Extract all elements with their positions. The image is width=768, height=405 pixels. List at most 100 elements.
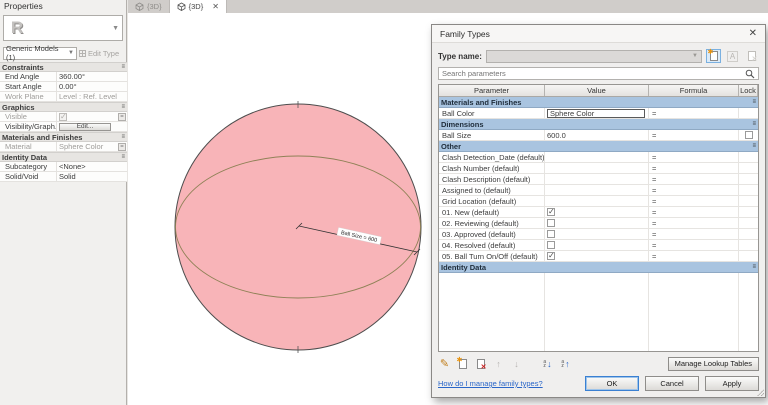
- column-header-parameter[interactable]: Parameter: [439, 85, 545, 96]
- lock-checkbox[interactable]: [744, 131, 753, 139]
- delete-parameter-button[interactable]: ✕: [474, 357, 487, 371]
- dialog-close-button[interactable]: ✕: [749, 28, 757, 39]
- property-name: Visible: [0, 112, 57, 121]
- associate-parameter-button[interactable]: =: [118, 112, 126, 121]
- parameter-value-cell[interactable]: Sphere Color: [545, 108, 649, 118]
- properties-section-label: Graphics: [2, 103, 35, 112]
- parameter-value-cell[interactable]: [545, 207, 649, 217]
- tab-close-icon[interactable]: ✕: [212, 2, 219, 11]
- parameter-name-cell: 02. Reviewing (default): [439, 218, 545, 228]
- manage-lookup-tables-button[interactable]: Manage Lookup Tables: [667, 356, 759, 371]
- properties-section-header[interactable]: Identity Data ≡: [0, 152, 127, 162]
- family-types-section-header[interactable]: Other ≡: [439, 141, 758, 152]
- parameter-name-cell: Grid Location (default): [439, 196, 545, 206]
- dialog-titlebar[interactable]: Family Types ✕: [432, 25, 765, 43]
- parameter-value-cell[interactable]: [545, 163, 649, 173]
- formula-cell[interactable]: =: [649, 218, 739, 228]
- new-parameter-button[interactable]: ✱: [456, 357, 469, 370]
- formula-cell[interactable]: =: [649, 108, 739, 118]
- family-parameters-table: Parameter Value Formula Lock Materials a…: [438, 84, 759, 352]
- value-text-field[interactable]: Sphere Color: [547, 108, 645, 118]
- parameter-value-cell[interactable]: [545, 174, 649, 184]
- property-value[interactable]: Level : Ref. Level: [57, 92, 127, 101]
- edit-type-button[interactable]: Edit Type: [79, 49, 119, 58]
- sort-descending-icon: a z ↑: [561, 358, 570, 369]
- section-pin-icon: ≡: [121, 104, 125, 110]
- formula-cell[interactable]: =: [649, 152, 739, 162]
- parameter-value-cell[interactable]: [545, 240, 649, 250]
- visible-checkbox[interactable]: [59, 112, 67, 121]
- resize-grip[interactable]: [757, 389, 764, 396]
- cube-3d-icon: [135, 2, 144, 11]
- sort-ascending-button[interactable]: a z ↓: [541, 357, 554, 370]
- cancel-button[interactable]: Cancel: [645, 376, 699, 391]
- view-tab-label: {3D}: [147, 2, 162, 11]
- property-value-text: Sphere Color: [59, 142, 104, 151]
- family-type-preview-dropdown[interactable]: R ▼: [3, 15, 123, 41]
- parameter-value-cell[interactable]: [545, 218, 649, 228]
- family-types-section-header[interactable]: Materials and Finishes ≡: [439, 97, 758, 108]
- column-header-formula[interactable]: Formula: [649, 85, 739, 96]
- formula-cell[interactable]: =: [649, 163, 739, 173]
- edit-visibility-button[interactable]: Edit...: [59, 122, 111, 131]
- family-types-section-header[interactable]: Dimensions ≡: [439, 119, 758, 130]
- parameter-value-cell[interactable]: [545, 152, 649, 162]
- formula-cell[interactable]: =: [649, 240, 739, 250]
- properties-section-label: Identity Data: [2, 153, 48, 162]
- help-link[interactable]: How do I manage family types?: [438, 379, 543, 388]
- family-types-section-header[interactable]: Identity Data ≡: [439, 262, 758, 273]
- formula-cell[interactable]: =: [649, 229, 739, 239]
- lock-cell: [739, 163, 758, 173]
- delete-type-button[interactable]: ✕: [744, 49, 759, 63]
- parameter-value-cell[interactable]: 600.0: [545, 130, 649, 140]
- category-selector[interactable]: Generic Models (1) ▼: [3, 44, 77, 62]
- value-checkbox[interactable]: [547, 207, 555, 216]
- sort-descending-button[interactable]: a z ↑: [559, 357, 572, 370]
- parameter-value-cell[interactable]: [545, 251, 649, 261]
- search-parameters-input[interactable]: [439, 69, 745, 78]
- view-tab-3d-inactive[interactable]: {3D}: [128, 0, 170, 13]
- view-tab-3d-active[interactable]: {3D} ✕: [169, 0, 227, 13]
- property-value[interactable]: Edit...: [57, 122, 127, 131]
- chevron-down-icon: ▼: [112, 24, 119, 32]
- parameter-name-cell: Ball Size: [439, 130, 545, 140]
- properties-section-header[interactable]: Graphics ≡: [0, 102, 127, 112]
- parameter-value-cell[interactable]: [545, 185, 649, 195]
- move-down-button[interactable]: ↓: [510, 357, 523, 370]
- formula-cell[interactable]: =: [649, 207, 739, 217]
- rename-type-button[interactable]: A: [725, 49, 740, 63]
- value-checkbox[interactable]: [547, 219, 555, 227]
- property-value[interactable]: 360.00°: [57, 72, 127, 81]
- formula-cell[interactable]: =: [649, 130, 739, 140]
- properties-section-header[interactable]: Constraints ≡: [0, 62, 127, 72]
- property-value[interactable]: Solid: [57, 172, 127, 181]
- parameter-value-cell[interactable]: [545, 196, 649, 206]
- associate-parameter-button[interactable]: =: [118, 142, 126, 151]
- move-up-button[interactable]: ↑: [492, 357, 505, 370]
- apply-button[interactable]: Apply: [705, 376, 759, 391]
- new-type-button[interactable]: ✱: [706, 49, 721, 63]
- property-value-text: <None>: [59, 162, 86, 171]
- property-value[interactable]: 0.00°: [57, 82, 127, 91]
- property-value[interactable]: =: [57, 112, 127, 121]
- column-header-value[interactable]: Value: [545, 85, 649, 96]
- edit-parameter-button[interactable]: ✎: [438, 357, 451, 370]
- parameter-value-cell[interactable]: [545, 229, 649, 239]
- value-checkbox[interactable]: [547, 230, 555, 238]
- formula-cell[interactable]: =: [649, 251, 739, 261]
- properties-section-label: Materials and Finishes: [2, 133, 83, 142]
- property-value[interactable]: <None>: [57, 162, 127, 171]
- column-header-lock[interactable]: Lock: [739, 85, 758, 96]
- search-icon: [745, 69, 755, 78]
- type-name-dropdown[interactable]: ▼: [485, 49, 702, 63]
- formula-cell[interactable]: =: [649, 174, 739, 184]
- search-parameters-box[interactable]: [438, 67, 759, 80]
- value-checkbox[interactable]: [547, 251, 555, 260]
- ok-button[interactable]: OK: [585, 376, 639, 391]
- formula-cell[interactable]: =: [649, 196, 739, 206]
- value-checkbox[interactable]: [547, 241, 555, 249]
- properties-section-header[interactable]: Materials and Finishes ≡: [0, 132, 127, 142]
- formula-cell[interactable]: =: [649, 185, 739, 195]
- property-row: Visible =: [0, 112, 127, 122]
- property-value[interactable]: Sphere Color =: [57, 142, 127, 151]
